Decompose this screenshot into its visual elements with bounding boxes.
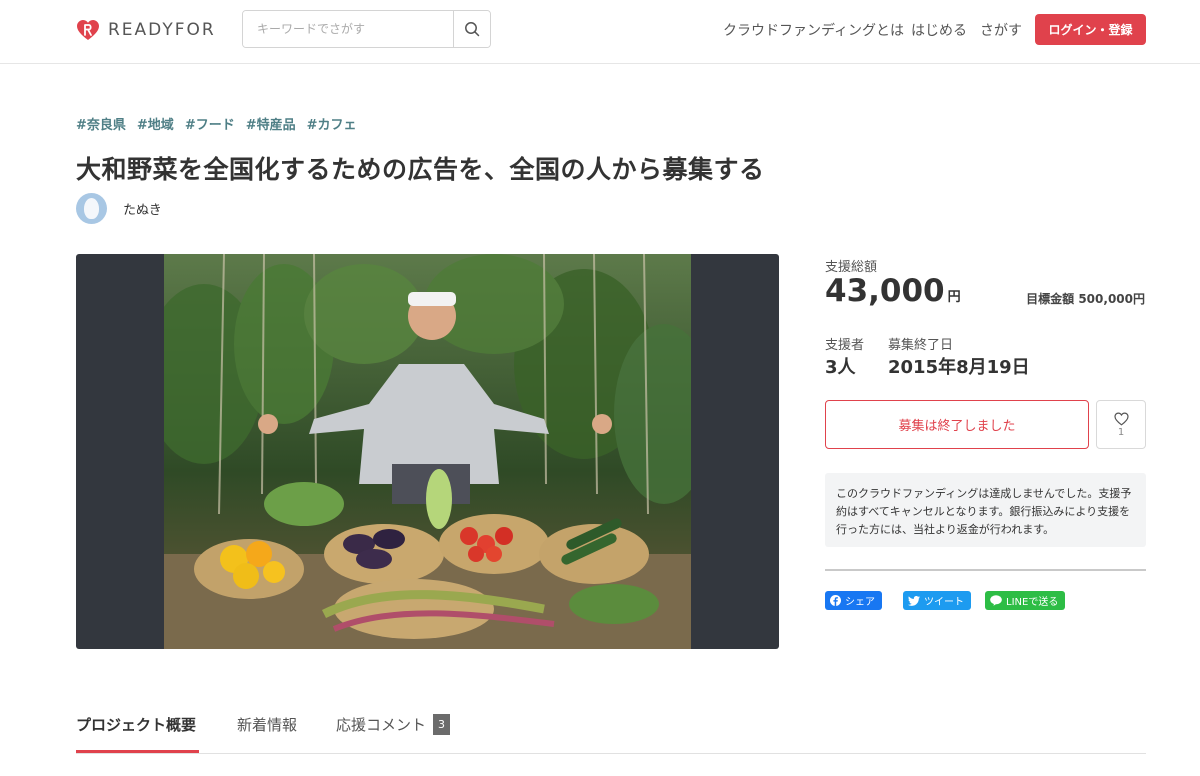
nav-start[interactable]: はじめる xyxy=(911,20,967,40)
nav-what-is-crowdfunding[interactable]: クラウドファンディングとは xyxy=(723,20,904,40)
currency-label: 円 xyxy=(947,290,961,305)
project-tabs: プロジェクト概要 新着情報 応援コメント 3 xyxy=(76,706,1146,754)
project-owner[interactable]: たぬき xyxy=(76,193,162,224)
owner-avatar xyxy=(76,193,107,224)
tag-link[interactable]: #カフェ xyxy=(307,114,357,133)
divider xyxy=(825,569,1146,571)
search-button[interactable] xyxy=(453,11,490,47)
line-icon xyxy=(990,595,1002,606)
search-icon xyxy=(465,22,480,37)
tag-link[interactable]: #フード xyxy=(185,114,235,133)
tab-comments-label: 応援コメント xyxy=(336,716,427,734)
project-main-image xyxy=(76,254,779,649)
search-input[interactable] xyxy=(243,11,453,47)
campaign-ended-button[interactable]: 募集は終了しました xyxy=(825,400,1089,449)
tag-link[interactable]: #地域 xyxy=(137,114,174,133)
tag-link[interactable]: #特産品 xyxy=(246,114,296,133)
project-title: 大和野菜を全国化するための広告を、全国の人から募集する xyxy=(76,155,765,184)
goal-amount: 目標金額 500,000円 xyxy=(1026,292,1145,306)
heart-icon xyxy=(1113,411,1129,426)
search-box xyxy=(242,10,491,48)
readyfor-logo-icon xyxy=(77,20,99,40)
site-header: READYFOR クラウドファンディングとは はじめる さがす ログイン・登録 xyxy=(0,0,1200,64)
supporters-count: 3人 xyxy=(825,357,856,378)
twitter-share-label: ツイート xyxy=(924,597,964,608)
active-tab-indicator xyxy=(76,750,199,753)
owner-name: たぬき xyxy=(123,203,162,218)
tag-link[interactable]: #奈良県 xyxy=(76,114,126,133)
line-share-label: LINEで送る xyxy=(1006,597,1059,608)
end-date-label: 募集終了日 xyxy=(888,338,954,353)
favorite-count: 1 xyxy=(1117,426,1125,438)
total-support-amount: 43,000 円 xyxy=(825,273,961,309)
twitter-share-button[interactable]: ツイート xyxy=(903,591,971,610)
readyfor-logo[interactable]: READYFOR xyxy=(76,19,216,41)
tab-overview[interactable]: プロジェクト概要 xyxy=(76,714,196,735)
line-share-button[interactable]: LINEで送る xyxy=(985,591,1066,610)
end-date-value: 2015年8月19日 xyxy=(888,357,1030,378)
project-tags: #奈良県 #地域 #フード #特産品 #カフェ xyxy=(76,114,357,133)
tab-news[interactable]: 新着情報 xyxy=(237,714,297,735)
favorite-button[interactable]: 1 xyxy=(1096,400,1146,449)
facebook-icon xyxy=(830,595,841,606)
logo-text: READYFOR xyxy=(108,20,216,40)
facebook-share-label: シェア xyxy=(845,597,875,608)
nav-find[interactable]: さがす xyxy=(980,20,1022,40)
login-register-button[interactable]: ログイン・登録 xyxy=(1035,14,1146,45)
total-amount-value: 43,000 xyxy=(825,273,945,309)
tab-comments[interactable]: 応援コメント 3 xyxy=(336,714,451,735)
project-photo xyxy=(164,254,691,649)
campaign-notice: このクラウドファンディングは達成しませんでした。支援予約はすべてキャンセルとなり… xyxy=(825,473,1146,547)
twitter-bird-icon xyxy=(908,595,920,606)
supporters-label: 支援者 xyxy=(825,338,865,353)
facebook-share-button[interactable]: シェア xyxy=(825,591,882,610)
comments-count-badge: 3 xyxy=(433,714,451,735)
